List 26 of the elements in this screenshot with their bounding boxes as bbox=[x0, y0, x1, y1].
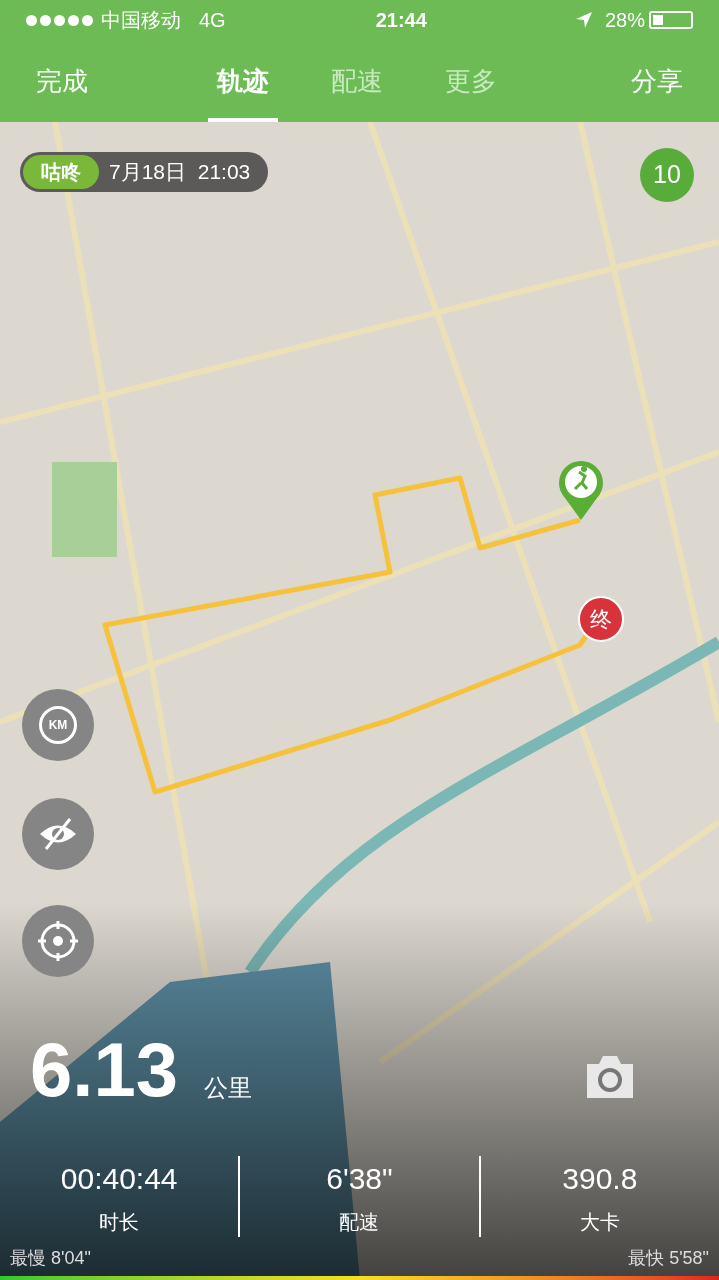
app-tag: 咕咚 bbox=[23, 155, 99, 189]
crosshair-icon bbox=[36, 919, 80, 963]
stat-value: 00:40:44 bbox=[60, 1161, 178, 1197]
tab[interactable]: 更多 bbox=[436, 40, 506, 122]
share-button[interactable]: 分享 bbox=[631, 61, 683, 101]
clock-time: 21:44 bbox=[375, 8, 427, 33]
slowest-pace: 最慢 8'04" bbox=[10, 1247, 91, 1270]
eye-slash-icon bbox=[38, 817, 78, 851]
stat-label: 大卡 bbox=[579, 1210, 620, 1235]
carrier-name: 中国移动 bbox=[101, 8, 181, 33]
battery-icon bbox=[649, 11, 693, 29]
run-datetime: 7月18日 21:03 bbox=[109, 159, 251, 186]
stat-value: 6'38" bbox=[326, 1161, 393, 1197]
location-arrow-icon bbox=[574, 11, 593, 29]
distance-value: 6.13 bbox=[30, 1032, 178, 1108]
distance-unit: 公里 bbox=[203, 1073, 252, 1103]
battery-percent: 28% bbox=[604, 8, 645, 33]
signal-dots-icon bbox=[26, 14, 93, 26]
stat-label: 时长 bbox=[99, 1210, 140, 1235]
fastest-pace: 最快 5'58" bbox=[628, 1247, 709, 1270]
done-button[interactable]: 完成 bbox=[36, 61, 186, 101]
stat-label: 配速 bbox=[339, 1210, 380, 1235]
tab[interactable]: 配速 bbox=[322, 40, 392, 122]
stat-value: 390.8 bbox=[562, 1161, 638, 1197]
runner-start-icon bbox=[557, 458, 605, 520]
network-type: 4G bbox=[199, 8, 226, 33]
